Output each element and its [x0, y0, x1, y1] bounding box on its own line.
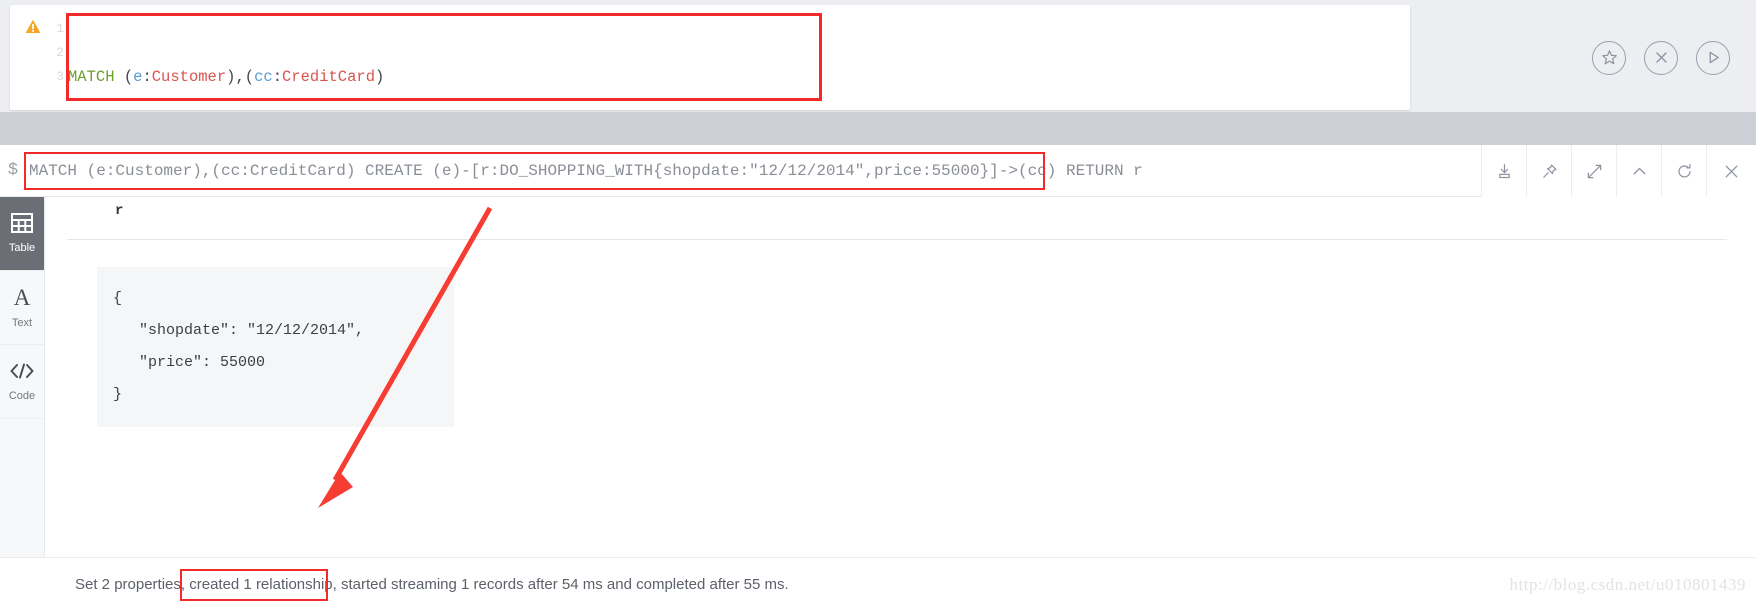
code-token: CreditCard: [282, 68, 376, 86]
code-line: MATCH (e:Customer),(cc:CreditCard): [68, 65, 1410, 89]
table-icon: [11, 213, 33, 238]
json-line: }: [113, 386, 123, 403]
pin-button[interactable]: [1526, 145, 1571, 197]
expand-button[interactable]: [1571, 145, 1616, 197]
code-icon: [9, 361, 35, 386]
sidebar-item-table[interactable]: Table: [0, 197, 44, 271]
warning-triangle-icon: [25, 19, 41, 34]
code-token: MATCH: [68, 68, 124, 86]
cypher-code[interactable]: MATCH (e:Customer),(cc:CreditCard) CREAT…: [68, 17, 1410, 110]
sidebar-item-label: Text: [11, 317, 33, 329]
code-token: Customer: [151, 68, 227, 86]
line-number: 2: [56, 45, 64, 60]
rerun-button[interactable]: [1661, 145, 1706, 197]
clear-editor-button[interactable]: [1644, 40, 1678, 75]
collapse-button[interactable]: [1616, 145, 1661, 197]
code-token: ),(: [226, 68, 255, 86]
code-token: cc: [254, 68, 273, 86]
result-table-pane: r { "shopdate": "12/12/2014", "price": 5…: [45, 197, 1756, 557]
download-button[interactable]: [1481, 145, 1526, 197]
result-frame: $ MATCH (e:Customer),(cc:CreditCard) CRE…: [0, 145, 1756, 609]
text-icon: A: [10, 285, 34, 313]
json-line: {: [113, 290, 123, 307]
svg-text:A: A: [14, 286, 31, 308]
code-token: (: [123, 68, 134, 86]
favorite-button[interactable]: [1592, 40, 1626, 75]
sidebar-item-label: Table: [8, 242, 36, 254]
result-cell-json: { "shopdate": "12/12/2014", "price": 550…: [97, 267, 454, 427]
code-token: :: [142, 68, 152, 86]
line-number-gutter: 1 2 3: [48, 17, 64, 89]
column-header: r: [115, 203, 124, 219]
json-line: "price": 55000: [139, 354, 266, 371]
code-token: :: [272, 68, 282, 86]
close-frame-button[interactable]: [1706, 145, 1756, 197]
code-token: ): [375, 68, 385, 86]
query-editor[interactable]: 1 2 3 MATCH (e:Customer),(cc:CreditCard)…: [10, 5, 1410, 110]
sidebar-item-code[interactable]: Code: [0, 345, 44, 419]
status-message: Set 2 properties, created 1 relationship…: [75, 575, 789, 593]
watermark: http://blog.csdn.net/u010801439: [1509, 575, 1746, 594]
prompt-symbol: $: [7, 161, 19, 180]
view-switcher-sidebar: Table A Text Code: [0, 197, 45, 557]
frame-toolbar: [1481, 145, 1756, 197]
neo4j-browser-screenshot: 1 2 3 MATCH (e:Customer),(cc:CreditCard)…: [0, 0, 1756, 609]
line-number: 1: [56, 21, 64, 36]
divider-band: [0, 112, 1756, 145]
result-body: Table A Text Code r {"shopdate": "12/12…: [0, 197, 1756, 557]
line-number: 3: [56, 69, 64, 84]
sidebar-item-text[interactable]: A Text: [0, 271, 44, 345]
sidebar-item-label: Code: [8, 390, 36, 402]
header-divider: [67, 239, 1727, 240]
run-query-button[interactable]: [1696, 40, 1730, 75]
editor-action-bar: [1418, 5, 1748, 110]
json-line: "shopdate": "12/12/2014",: [139, 322, 365, 339]
status-bar: Set 2 properties, created 1 relationship…: [0, 557, 1756, 609]
command-bar: $ MATCH (e:Customer),(cc:CreditCard) CRE…: [0, 145, 1756, 197]
